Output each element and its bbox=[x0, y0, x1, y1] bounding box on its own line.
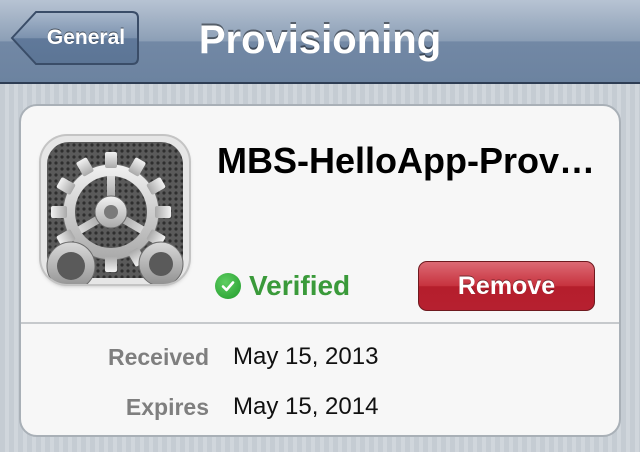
profile-name: MBS-HelloApp-Prov… bbox=[217, 140, 595, 181]
profile-card: MBS-HelloApp-Prov… Verified Remove Recei… bbox=[19, 104, 621, 437]
detail-value: May 15, 2014 bbox=[233, 393, 379, 420]
card-divider bbox=[21, 322, 619, 324]
detail-label: Received bbox=[107, 344, 209, 370]
detail-value: May 15, 2013 bbox=[233, 343, 379, 370]
checkmark-icon bbox=[215, 273, 241, 299]
page-title-text: Provisioning bbox=[198, 18, 442, 62]
settings-gear-icon bbox=[41, 136, 189, 284]
page-title: Provisioning bbox=[0, 0, 640, 80]
verified-label: Verified bbox=[249, 270, 351, 301]
profile-header: MBS-HelloApp-Prov… Verified Remove bbox=[21, 106, 619, 322]
detail-label: Expires bbox=[125, 394, 209, 420]
navigation-bar: General Provisioning bbox=[0, 0, 640, 84]
remove-button[interactable]: Remove bbox=[418, 261, 595, 311]
detail-row-expires: Expires May 15, 2014 bbox=[21, 384, 619, 430]
verified-status: Verified bbox=[215, 268, 350, 304]
detail-row-received: Received May 15, 2013 bbox=[21, 334, 619, 380]
